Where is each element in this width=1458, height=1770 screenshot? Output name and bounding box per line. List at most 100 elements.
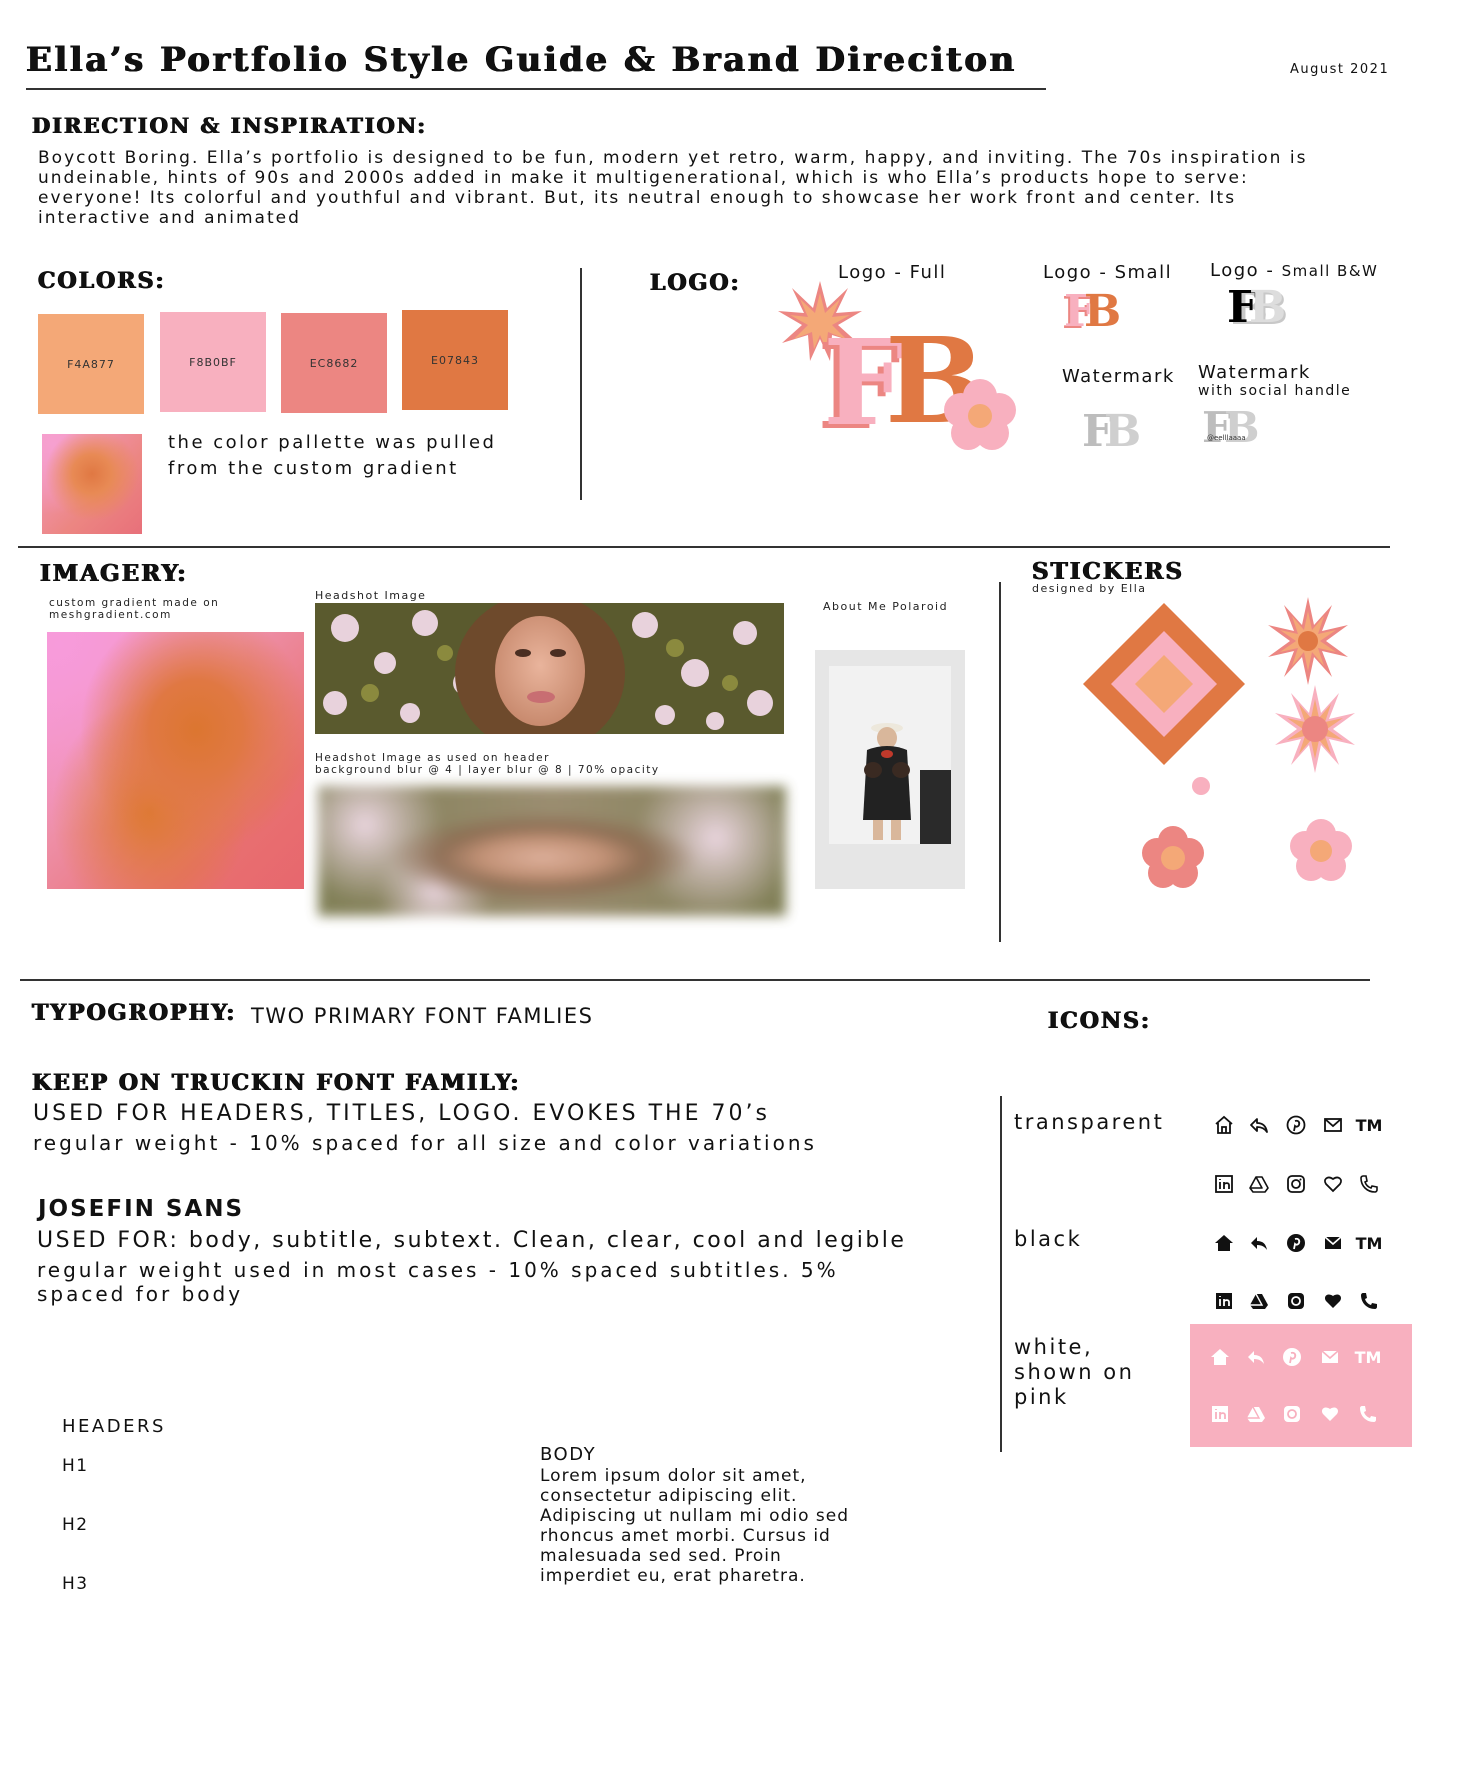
home-icon	[1211, 1112, 1237, 1138]
sticker-diamond	[1083, 603, 1245, 765]
custom-gradient-image	[47, 632, 304, 889]
svg-text:B: B	[1084, 286, 1121, 334]
trademark-icon: TM	[1354, 1347, 1382, 1367]
title-underline	[26, 88, 1046, 90]
watermark-handle: @eelllaaaa	[1207, 434, 1246, 442]
logo-small-mark: F F B	[1062, 286, 1121, 334]
logo-bw-label: Logo - Small B&W	[1210, 260, 1378, 281]
icons-label-transparent: transparent	[1014, 1110, 1165, 1134]
gradient-caption: custom gradient made on meshgradient.com	[49, 597, 220, 621]
sticker-flower-orange	[1142, 826, 1204, 888]
font1-use: USED FOR HEADERS, TITLES, LOGO. EVOKES T…	[33, 1101, 770, 1126]
svg-text:B: B	[1224, 403, 1260, 452]
drive-icon	[1246, 1288, 1272, 1314]
mail-icon	[1320, 1230, 1346, 1256]
swatch-pink: F8B0BF	[160, 312, 266, 412]
pinterest-icon	[1279, 1344, 1305, 1370]
logo-heading: LOGO:	[650, 270, 741, 296]
body-sample: Lorem ipsum dolor sit amet, consectetur …	[540, 1466, 849, 1586]
swatch-coral: EC8682	[281, 313, 387, 413]
logo-bw-mark: B B F B	[1227, 282, 1288, 330]
icons-heading: ICONS:	[1048, 1008, 1152, 1034]
swatch-orange: E07843	[402, 310, 508, 410]
watermark-mark: F B	[1082, 406, 1141, 452]
instagram-icon	[1279, 1401, 1305, 1427]
drive-icon	[1246, 1171, 1272, 1197]
sticker-starburst-2	[1275, 685, 1355, 773]
icons-label-white: white, shown on pink	[1014, 1335, 1135, 1409]
trademark-icon: TM	[1355, 1233, 1383, 1253]
trademark-icon: TM	[1355, 1115, 1383, 1135]
pinterest-icon	[1283, 1230, 1309, 1256]
swatch-peach: F4A877	[38, 314, 144, 414]
page-date: August 2021	[1290, 62, 1390, 77]
swatch-label: E07843	[431, 353, 479, 367]
imagery-heading: IMAGERY:	[40, 560, 188, 587]
swatch-label: F8B0BF	[189, 355, 237, 369]
headshot-label: Headshot Image	[315, 589, 427, 602]
font1-note: regular weight - 10% spaced for all size…	[33, 1131, 817, 1155]
h1-sample: H1	[62, 1456, 89, 1476]
sticker-flower-pink	[1290, 819, 1352, 881]
headshot-header-sublabel: background blur @ 4 | layer blur @ 8 | 7…	[315, 764, 660, 776]
watermark-label: Watermark	[1062, 366, 1175, 387]
phone-icon	[1356, 1288, 1382, 1314]
home-icon	[1211, 1230, 1237, 1256]
phone-icon	[1355, 1401, 1381, 1427]
instagram-icon	[1283, 1288, 1309, 1314]
watermark-social-sublabel: with social handle	[1198, 383, 1352, 399]
font2-note: regular weight used in most cases - 10% …	[37, 1258, 839, 1306]
pink-icons-background	[1190, 1324, 1412, 1447]
headshot-header-label: Headshot Image as used on header	[315, 752, 550, 764]
swatch-label: EC8682	[309, 356, 359, 370]
colors-heading: COLORS:	[38, 268, 166, 294]
logo-small-label: Logo - Small	[1043, 262, 1173, 283]
instagram-icon	[1283, 1171, 1309, 1197]
linkedin-icon	[1207, 1401, 1233, 1427]
svg-text:B: B	[1249, 282, 1286, 330]
watermark-social-label: Watermark	[1198, 362, 1311, 383]
reply-icon	[1243, 1344, 1269, 1370]
gradient-note: the color pallette was pulled from the c…	[168, 432, 497, 479]
colors-logo-divider	[580, 268, 582, 500]
about-me-polaroid	[815, 650, 965, 889]
stickers-heading: STICKERS	[1032, 558, 1185, 585]
font2-name: JOSEFIN SANS	[38, 1196, 245, 1222]
heart-icon	[1320, 1171, 1346, 1197]
section-divider-2	[20, 979, 1370, 981]
logo-bw-label-suffix: Small B&W	[1281, 262, 1379, 280]
polaroid-label: About Me Polaroid	[823, 600, 949, 613]
headers-label: HEADERS	[62, 1416, 166, 1437]
svg-text:B: B	[1104, 406, 1141, 452]
logo-full-mark: F F B	[778, 281, 1016, 456]
watermark-social-mark: F B	[1202, 403, 1260, 452]
reply-icon	[1246, 1112, 1272, 1138]
headshot-blurred-image	[318, 786, 786, 916]
heart-icon	[1320, 1288, 1346, 1314]
mail-icon	[1317, 1344, 1343, 1370]
swatch-label: F4A877	[67, 357, 115, 371]
drive-icon	[1243, 1401, 1269, 1427]
logo-bw-label-main: Logo -	[1210, 260, 1275, 281]
pinterest-icon	[1283, 1112, 1309, 1138]
direction-text: Boycott Boring. Ella’s portfolio is desi…	[38, 148, 1308, 228]
body-label: BODY	[540, 1444, 597, 1465]
mail-icon	[1320, 1112, 1346, 1138]
page-title: Ella’s Portfolio Style Guide & Brand Dir…	[26, 40, 1017, 80]
stickers-subtitle: designed by Ella	[1032, 582, 1147, 595]
linkedin-icon	[1211, 1288, 1237, 1314]
section-divider-1	[18, 546, 1390, 548]
direction-heading: DIRECTION & INSPIRATION:	[32, 113, 428, 138]
phone-icon	[1356, 1171, 1382, 1197]
sticker-dot	[1192, 777, 1210, 795]
home-icon	[1207, 1344, 1233, 1370]
font2-use: USED FOR: body, subtitle, subtext. Clean…	[37, 1228, 907, 1253]
h2-sample: H2	[62, 1515, 89, 1535]
h3-sample: H3	[62, 1574, 89, 1594]
reply-icon	[1246, 1230, 1272, 1256]
typography-heading: TYPOGROPHY:	[32, 1000, 237, 1026]
icons-label-black: black	[1014, 1227, 1083, 1251]
typography-subtitle: TWO PRIMARY FONT FAMLIES	[251, 1004, 594, 1028]
linkedin-icon	[1211, 1171, 1237, 1197]
heart-icon	[1317, 1401, 1343, 1427]
